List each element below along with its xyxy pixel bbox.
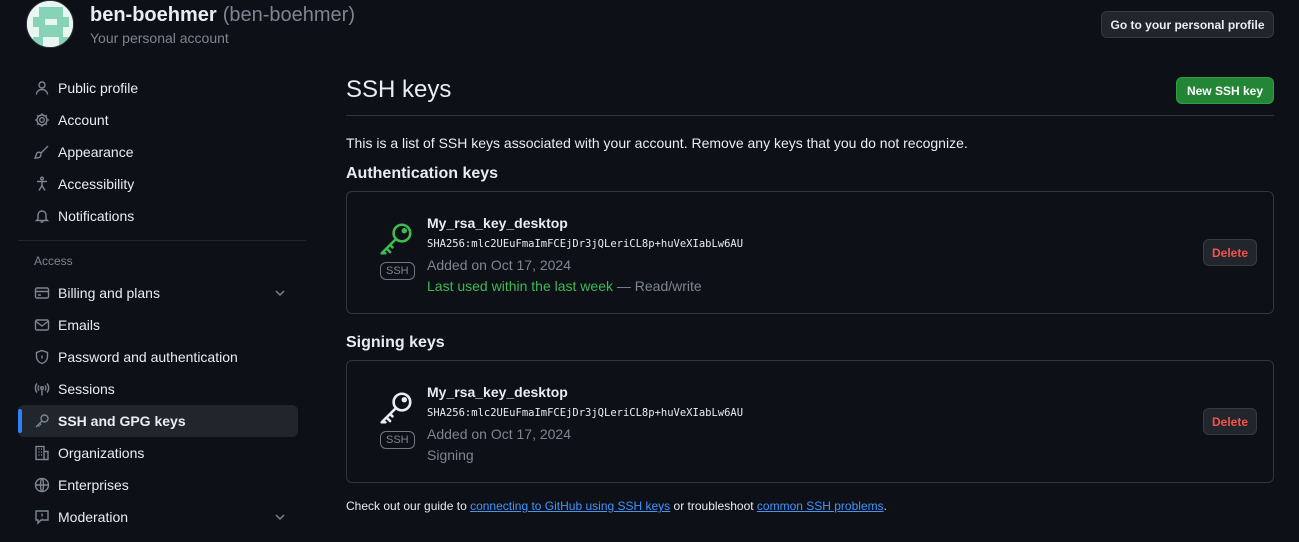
sidebar-item-account[interactable]: Account: [18, 104, 298, 136]
sidebar-heading-access: Access: [34, 254, 73, 268]
access-level: — Read/write: [613, 278, 702, 294]
sidebar-item-label: Appearance: [58, 144, 134, 160]
key-added-date: Added on Oct 17, 2024: [427, 257, 571, 273]
chevron-down-icon[interactable]: [272, 509, 288, 528]
help-prefix: Check out our guide to: [346, 499, 471, 513]
sidebar-item-label: Sessions: [58, 381, 115, 397]
sidebar-item-password[interactable]: Password and authentication: [18, 341, 298, 373]
person-icon: [34, 80, 50, 96]
bell-icon: [34, 208, 50, 224]
sidebar-item-public-profile[interactable]: Public profile: [18, 72, 298, 104]
help-note: Check out our guide to connecting to Git…: [346, 499, 1274, 513]
sidebar-item-label: Notifications: [58, 208, 135, 224]
broadcast-icon: [34, 381, 50, 397]
ssh-troubleshoot-link[interactable]: common SSH problems: [757, 499, 884, 513]
intro-text: This is a list of SSH keys associated wi…: [346, 135, 968, 151]
credit-card-icon: [34, 285, 50, 301]
sidebar-item-label: SSH and GPG keys: [58, 413, 186, 429]
help-suffix: .: [883, 499, 887, 513]
delete-key-button[interactable]: Delete: [1203, 239, 1257, 266]
sidebar-item-label: Account: [58, 112, 109, 128]
avatar[interactable]: [26, 0, 74, 48]
sidebar-item-label: Enterprises: [58, 477, 129, 493]
ssh-badge: SSH: [380, 262, 415, 280]
sidebar-divider: [18, 240, 306, 241]
key-usage: Signing: [427, 447, 474, 463]
help-middle: or troubleshoot: [670, 499, 757, 513]
delete-key-button[interactable]: Delete: [1203, 408, 1257, 435]
sidebar-item-label: Password and authentication: [58, 349, 238, 365]
paintbrush-icon: [34, 144, 50, 160]
accessibility-icon: [34, 176, 50, 192]
user-handle: (ben-boehmer): [222, 4, 355, 26]
sidebar-item-enterprises[interactable]: Enterprises: [18, 469, 298, 501]
ssh-keys-content: SSH keys New SSH key This is a list of S…: [346, 72, 1274, 513]
key-title: My_rsa_key_desktop: [427, 384, 568, 400]
page-header: SSH keys New SSH key: [346, 72, 1274, 116]
sidebar-item-organizations[interactable]: Organizations: [18, 437, 298, 469]
shield-lock-icon: [34, 349, 50, 365]
sidebar-item-label: Moderation: [58, 509, 129, 525]
sidebar-item-label: Public profile: [58, 80, 139, 96]
sidebar-item-label: Organizations: [58, 445, 145, 461]
sidebar-item-appearance[interactable]: Appearance: [18, 136, 298, 168]
key-title: My_rsa_key_desktop: [427, 215, 568, 231]
new-ssh-key-button[interactable]: New SSH key: [1176, 77, 1274, 104]
mail-icon: [34, 317, 50, 333]
username: ben-boehmer: [90, 4, 217, 26]
key-fingerprint: SHA256:mlc2UEuFmaImFCEjDr3jQLeriCL8p+huV…: [427, 238, 744, 250]
go-to-profile-button[interactable]: Go to your personal profile: [1101, 11, 1274, 38]
key-icon: [377, 220, 415, 258]
key-last-used: Last used within the last week — Read/wr…: [427, 278, 702, 294]
gear-icon: [34, 112, 50, 128]
sidebar-item-billing[interactable]: Billing and plans: [18, 277, 298, 309]
last-used-text: Last used within the last week: [427, 278, 613, 294]
key-added-date: Added on Oct 17, 2024: [427, 426, 571, 442]
sidebar-item-sessions[interactable]: Sessions: [18, 373, 298, 405]
key-fingerprint: SHA256:mlc2UEuFmaImFCEjDr3jQLeriCL8p+huV…: [427, 407, 744, 419]
chevron-down-icon[interactable]: [272, 285, 288, 304]
ssh-guide-link[interactable]: connecting to GitHub using SSH keys: [470, 499, 670, 513]
ssh-badge: SSH: [380, 431, 415, 449]
settings-sidebar: Public profile Account Appearance Access…: [18, 72, 306, 533]
authentication-keys-heading: Authentication keys: [346, 165, 499, 182]
globe-icon: [34, 477, 50, 493]
signing-keys-heading: Signing keys: [346, 334, 445, 351]
sidebar-item-notifications[interactable]: Notifications: [18, 200, 298, 232]
authentication-key-item: SSH My_rsa_key_desktop SHA256:mlc2UEuFma…: [346, 191, 1274, 314]
key-icon: [377, 389, 415, 427]
page-title: SSH keys: [346, 76, 452, 103]
report-icon: [34, 509, 50, 525]
account-header: ben-boehmer (ben-boehmer) Your personal a…: [24, 0, 1274, 50]
signing-key-item: SSH My_rsa_key_desktop SHA256:mlc2UEuFma…: [346, 360, 1274, 483]
sidebar-item-label: Accessibility: [58, 176, 135, 192]
sidebar-item-label: Billing and plans: [58, 285, 160, 301]
organization-icon: [34, 445, 50, 461]
key-icon: [34, 413, 50, 429]
sidebar-item-ssh-gpg-keys[interactable]: SSH and GPG keys: [18, 405, 298, 437]
sidebar-item-emails[interactable]: Emails: [18, 309, 298, 341]
account-subtitle: Your personal account: [90, 30, 229, 46]
account-name: ben-boehmer (ben-boehmer): [90, 4, 355, 27]
sidebar-item-label: Emails: [58, 317, 101, 333]
sidebar-item-accessibility[interactable]: Accessibility: [18, 168, 298, 200]
sidebar-item-moderation[interactable]: Moderation: [18, 501, 298, 533]
